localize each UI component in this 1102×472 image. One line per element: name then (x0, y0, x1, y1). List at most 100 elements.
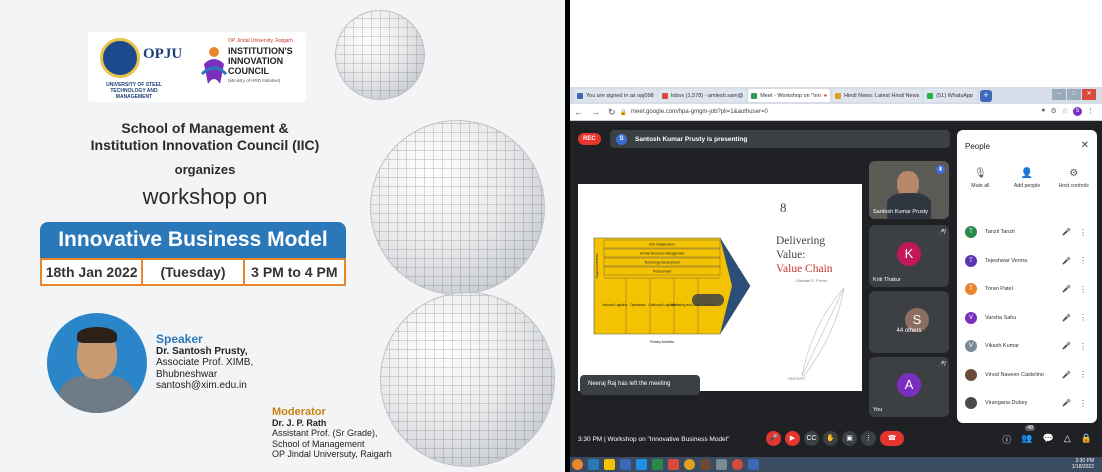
organizer-line-2: Institution Innovation Council (IIC) (90, 137, 320, 153)
chrome-icon[interactable] (684, 459, 695, 470)
file-explorer-icon[interactable] (604, 459, 615, 470)
moderator-name: Dr. J. P. Rath (272, 417, 327, 428)
participant-avatar: V (965, 340, 977, 353)
mic-off-icon[interactable]: 🎤 (1062, 257, 1071, 265)
chain-primary-label: Primary Activities (650, 340, 675, 344)
url-field[interactable]: meet.google.com/hpa-gmgm-job?pli=1&authu… (631, 109, 768, 115)
mic-off-icon[interactable]: 🎤 (1062, 228, 1071, 236)
more-options-icon[interactable]: ⋮ (1079, 370, 1087, 379)
participant-row[interactable]: T Tejeshwar Verma 🎤 ⋮ (957, 247, 1097, 276)
browser-tab-signin[interactable]: You are signed in as opj098 (574, 89, 657, 102)
participant-tile-others[interactable]: S 44 others (869, 291, 949, 353)
minimize-button[interactable]: – (1052, 89, 1066, 100)
media-player-icon[interactable] (588, 459, 599, 470)
forward-arrow-icon[interactable]: → (591, 107, 600, 117)
maximize-button[interactable]: □ (1067, 89, 1081, 100)
people-panel: People ✕ 🎙 Mute all 👤 Add people ⚙ Host con… (957, 130, 1097, 423)
tab-favicon-icon (577, 92, 583, 99)
self-name: You (873, 407, 883, 413)
add-people-button[interactable]: 👤 Add people (1004, 168, 1051, 189)
more-options-icon[interactable]: ⋮ (1079, 285, 1087, 294)
slide-hover-controls[interactable] (692, 294, 724, 306)
participant-tile-presenter[interactable]: Santosh Kumar Prusty ▮ (869, 161, 949, 219)
browser-tab-meet[interactable]: Meet - Workshop on "Inn ● (748, 89, 831, 102)
system-clock[interactable]: 3:30 PM 1/18/2022 (1072, 458, 1094, 470)
tab-label: Meet - Workshop on "Inn (760, 92, 821, 99)
window-controls: – □ ✕ (1051, 89, 1096, 100)
camera-status-icon[interactable]: ● (1041, 107, 1045, 116)
screenshot-root: OPJU UNIVERSITY OF STEEL TECHNOLOGY AND … (0, 0, 1102, 472)
new-tab-button[interactable]: + (979, 89, 992, 102)
participant-row[interactable]: V Varsha Sahu 🎤 ⋮ (957, 304, 1097, 333)
extension-icon[interactable]: ⚙ (1050, 107, 1056, 116)
organizer-line-1: School of Management & (121, 120, 289, 136)
word-icon[interactable] (748, 459, 759, 470)
camera-toggle-button[interactable]: ▶ (785, 431, 800, 446)
self-avatar: A (897, 373, 921, 397)
more-options-icon[interactable]: ⋮ (1079, 228, 1087, 237)
reload-icon[interactable]: ↻ (608, 107, 616, 118)
close-icon[interactable]: ✕ (1081, 140, 1089, 151)
info-icon[interactable]: ⓘ (1002, 433, 1011, 446)
participant-list: T Tanzil Tanzil 🎤 ⋮ T Tejeshwar Verma 🎤 ⋮ T Tor… (957, 218, 1097, 418)
participant-name: Toran Patel (985, 286, 1013, 293)
mic-off-icon[interactable]: 🎤 (1062, 342, 1071, 350)
more-options-icon[interactable]: ⋮ (1079, 399, 1087, 408)
browser-tab-gmail[interactable]: Inbox (1,578) - amlesh.sam@ (658, 89, 747, 102)
event-date: 18th Jan 2022 (42, 260, 144, 284)
mic-off-icon[interactable]: 🎤 (1062, 314, 1071, 322)
people-panel-title: People (965, 142, 990, 151)
participant-row[interactable]: Vinod Naveen Castelino 🎤 ⋮ (957, 361, 1097, 390)
host-controls-button[interactable]: ⚙ Host controls (1050, 168, 1097, 189)
close-window-button[interactable]: ✕ (1082, 89, 1096, 100)
back-arrow-icon[interactable]: ← (574, 107, 583, 117)
people-icon[interactable]: 👥 48 (1021, 425, 1035, 446)
participant-tile-kriti[interactable]: K Kriti Thakur 🎤̸ (869, 225, 949, 287)
internet-explorer-icon[interactable] (636, 459, 647, 470)
acrobat-icon[interactable] (668, 459, 679, 470)
mic-off-icon[interactable]: 🎤 (1062, 399, 1071, 407)
more-options-icon[interactable]: ⋮ (1079, 256, 1087, 265)
browser-tab-bar: You are signed in as opj098 Inbox (1,578… (570, 87, 1102, 104)
call-controls: 🎤 ▶ CC ✋ ▣ ⋮ ☎ (766, 431, 904, 446)
browser-menu-icon[interactable]: ⋮ (1087, 107, 1094, 116)
participant-row[interactable]: V Vikash Kumar 🎤 ⋮ (957, 332, 1097, 361)
mic-off-icon[interactable]: 🎤 (1062, 285, 1071, 293)
more-options-icon[interactable]: ⋮ (1079, 313, 1087, 322)
slide-number: 8 (780, 200, 787, 215)
present-screen-button[interactable]: ▣ (842, 431, 857, 446)
chrome-active-icon[interactable] (732, 459, 743, 470)
start-button[interactable] (572, 459, 583, 470)
browser-tab-whatsapp[interactable]: (51) WhatsApp (924, 89, 976, 102)
participant-row[interactable]: T Tanzil Tanzil 🎤 ⋮ (957, 218, 1097, 247)
meeting-time-title: 3:30 PM | Workshop on "Innovative Busine… (578, 436, 730, 443)
slide-footer: SMSSRS (788, 376, 805, 381)
iic-subtitle: (Ministry of HRD Initiative) (228, 78, 281, 83)
raise-hand-button[interactable]: ✋ (823, 431, 838, 446)
mic-toggle-button[interactable]: 🎤 (766, 431, 781, 446)
participant-row[interactable]: T Toran Patel 🎤 ⋮ (957, 275, 1097, 304)
app-icon[interactable] (700, 459, 711, 470)
more-options-button[interactable]: ⋮ (861, 431, 876, 446)
profile-avatar-icon[interactable]: S (1073, 107, 1082, 116)
activities-icon[interactable]: △ (1064, 433, 1071, 446)
mic-off-icon[interactable]: 🎤 (1062, 371, 1071, 379)
bookmark-star-icon[interactable]: ☆ (1062, 107, 1068, 116)
chat-icon[interactable]: 💬 (1043, 433, 1054, 446)
speaker-photo (47, 313, 147, 413)
excel-icon[interactable] (652, 459, 663, 470)
participant-name: Tejeshwar Verma (985, 257, 1028, 264)
participant-tile-self[interactable]: A You 🎤̸ (869, 357, 949, 417)
more-options-icon[interactable]: ⋮ (1079, 342, 1087, 351)
leave-call-button[interactable]: ☎ (880, 431, 904, 446)
captions-button[interactable]: CC (804, 431, 819, 446)
participant-name: Vikash Kumar (985, 343, 1020, 350)
mute-all-button[interactable]: 🎙 Mute all (957, 168, 1004, 189)
photos-icon[interactable] (716, 459, 727, 470)
participant-row[interactable]: Virangana Dubey 🎤 ⋮ (957, 389, 1097, 418)
moderator-info: Moderator Dr. J. P. Rath Assistant Prof.… (272, 407, 392, 460)
meet-stage: REC S Santosh Kumar Prusty is presenting… (570, 121, 1102, 457)
lock-icon[interactable]: 🔒 (1081, 433, 1092, 446)
explorer-folder-icon[interactable] (620, 459, 631, 470)
browser-tab-hindi-news[interactable]: Hindi News: Latest Hindi News (832, 89, 923, 102)
